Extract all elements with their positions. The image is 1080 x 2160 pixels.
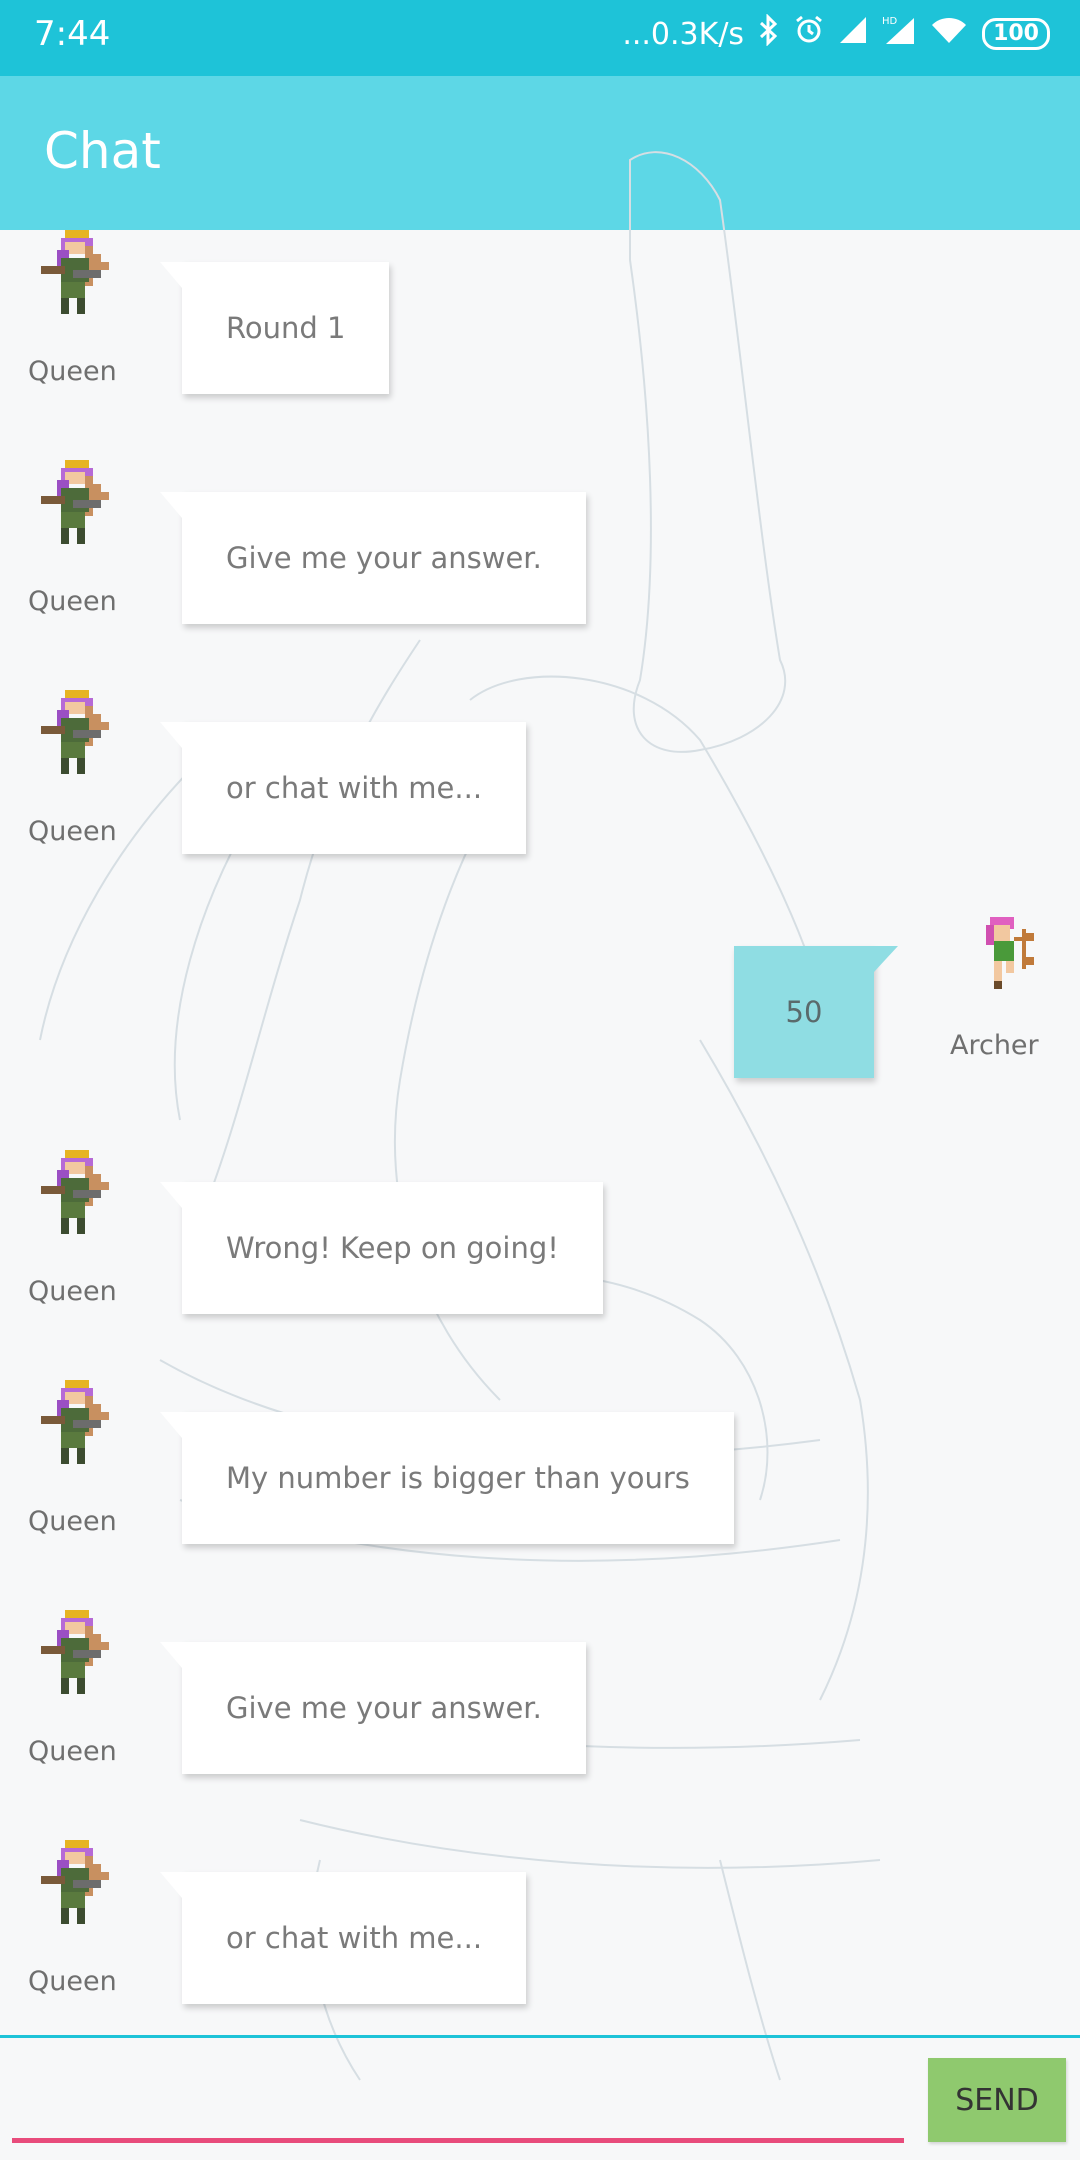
network-speed: ...0.3K/s <box>622 16 745 52</box>
status-icons: ...0.3K/s HD 100 <box>622 13 1050 54</box>
bluetooth-icon <box>758 13 780 54</box>
hd-signal-icon: HD <box>882 14 916 54</box>
incoming-message: Queen Wrong! Keep on going! <box>0 1148 1080 1368</box>
message-bubble[interactable]: or chat with me... <box>159 722 527 854</box>
battery-icon: 100 <box>982 18 1050 50</box>
sender-name: Archer <box>950 1030 1039 1061</box>
queen-avatar-icon[interactable] <box>37 1610 117 1698</box>
sender-name: Queen <box>28 1736 117 1767</box>
incoming-message: Queen or chat with me... <box>0 688 1080 908</box>
incoming-message: Queen Give me your answer. <box>0 1608 1080 1828</box>
queen-avatar-icon[interactable] <box>37 1380 117 1468</box>
wifi-icon <box>930 15 968 53</box>
message-bubble[interactable]: Give me your answer. <box>160 1642 586 1774</box>
sender-name: Queen <box>28 1966 117 1997</box>
sender-name: Queen <box>28 1506 117 1537</box>
chat-message-list[interactable]: Queen Round 1 Queen Give me your answer. Q… <box>0 230 1080 2035</box>
status-time: 7:44 <box>34 14 111 54</box>
send-button[interactable]: SEND <box>928 2058 1066 2142</box>
incoming-message: Queen or chat with me... <box>0 1838 1080 2035</box>
sender-name: Queen <box>28 586 117 617</box>
queen-avatar-icon[interactable] <box>37 690 117 778</box>
queen-avatar-icon[interactable] <box>37 230 117 318</box>
incoming-message: Queen Round 1 <box>0 230 1080 448</box>
message-bubble[interactable]: Round 1 <box>159 262 390 394</box>
sender-name: Queen <box>28 356 117 387</box>
message-bubble[interactable]: 50 <box>734 946 898 1078</box>
queen-avatar-icon[interactable] <box>37 460 117 548</box>
message-bubble[interactable]: or chat with me... <box>159 1872 527 2004</box>
composer-divider <box>0 2035 1080 2038</box>
message-bubble[interactable]: Wrong! Keep on going! <box>160 1182 603 1314</box>
queen-avatar-icon[interactable] <box>37 1840 117 1928</box>
sender-name: Queen <box>28 1276 117 1307</box>
queen-avatar-icon[interactable] <box>37 1150 117 1238</box>
incoming-message: Queen Give me your answer. <box>0 458 1080 678</box>
alarm-icon <box>794 15 824 53</box>
svg-text:HD: HD <box>882 16 898 27</box>
archer-avatar-icon[interactable] <box>966 913 1046 1001</box>
message-input[interactable] <box>12 2050 904 2143</box>
message-bubble[interactable]: My number is bigger than yours <box>160 1412 734 1544</box>
incoming-message: Queen My number is bigger than yours <box>0 1378 1080 1598</box>
outgoing-message: Archer 50 <box>0 917 1080 1138</box>
message-bubble[interactable]: Give me your answer. <box>160 492 586 624</box>
status-bar: 7:44 ...0.3K/s HD 100 <box>0 0 1080 76</box>
signal-icon <box>838 15 868 53</box>
sender-name: Queen <box>28 816 117 847</box>
